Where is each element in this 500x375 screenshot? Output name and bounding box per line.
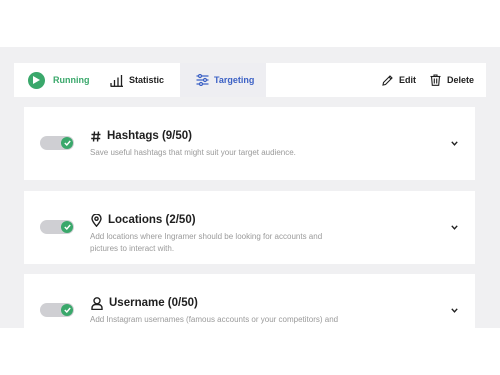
pencil-icon — [382, 74, 393, 86]
edit-label: Edit — [399, 75, 416, 85]
tab-targeting[interactable]: Targeting — [180, 63, 266, 97]
description-line: Add Instagram usernames (famous accounts… — [90, 315, 339, 324]
description-line: pictures to interact with. — [90, 244, 175, 253]
edit-button[interactable]: Edit — [382, 63, 416, 97]
hashtags-title: Hashtags (9/50) — [91, 128, 192, 144]
bottom-margin — [0, 328, 500, 375]
username-title: Username (0/50) — [91, 295, 198, 311]
hashtags-title-text: Hashtags (9/50) — [107, 130, 193, 142]
trash-icon — [430, 74, 441, 86]
tab-targeting-label: Targeting — [214, 75, 255, 85]
chevron-down-icon[interactable] — [450, 223, 458, 231]
chevron-down-icon[interactable] — [450, 306, 458, 314]
username-section[interactable]: Username (0/50) Add Instagram usernames … — [24, 274, 475, 328]
location-pin-icon — [91, 213, 102, 227]
locations-title: Locations (2/50) — [91, 212, 196, 228]
delete-button[interactable]: Delete — [430, 63, 474, 97]
top-margin — [0, 0, 500, 47]
description-line: Save useful hashtags that might suit you… — [90, 148, 296, 157]
bar-chart-icon — [110, 74, 124, 87]
description-line: Add locations where Ingramer should be l… — [90, 232, 323, 241]
locations-toggle[interactable] — [40, 220, 74, 234]
check-icon — [61, 304, 73, 316]
targeting-panel: Running Statistic Targeting Edit Delete … — [0, 47, 500, 328]
locations-section[interactable]: Locations (2/50) Add locations where Ing… — [24, 191, 475, 264]
tab-statistic[interactable]: Statistic — [110, 63, 164, 97]
sliders-icon — [196, 74, 209, 86]
locations-title-text: Locations (2/50) — [108, 214, 196, 226]
username-toggle[interactable] — [40, 303, 74, 317]
user-icon — [91, 296, 103, 310]
username-description: Add Instagram usernames (famous accounts… — [90, 314, 380, 326]
check-icon — [61, 137, 73, 149]
campaign-toolbar: Running Statistic Targeting Edit Delete — [14, 63, 486, 97]
tab-running-label: Running — [53, 75, 90, 85]
chevron-down-icon[interactable] — [450, 139, 458, 147]
hashtags-description: Save useful hashtags that might suit you… — [90, 147, 380, 159]
username-title-text: Username (0/50) — [109, 297, 198, 309]
delete-label: Delete — [447, 75, 475, 85]
play-icon — [28, 71, 45, 89]
tab-running[interactable]: Running — [28, 63, 90, 97]
hashtag-icon — [91, 130, 101, 142]
locations-description: Add locations where Ingramer should be l… — [90, 231, 380, 255]
tab-statistic-label: Statistic — [129, 75, 165, 85]
hashtags-section[interactable]: Hashtags (9/50) Save useful hashtags tha… — [24, 107, 475, 180]
hashtags-toggle[interactable] — [40, 136, 74, 150]
check-icon — [61, 221, 73, 233]
